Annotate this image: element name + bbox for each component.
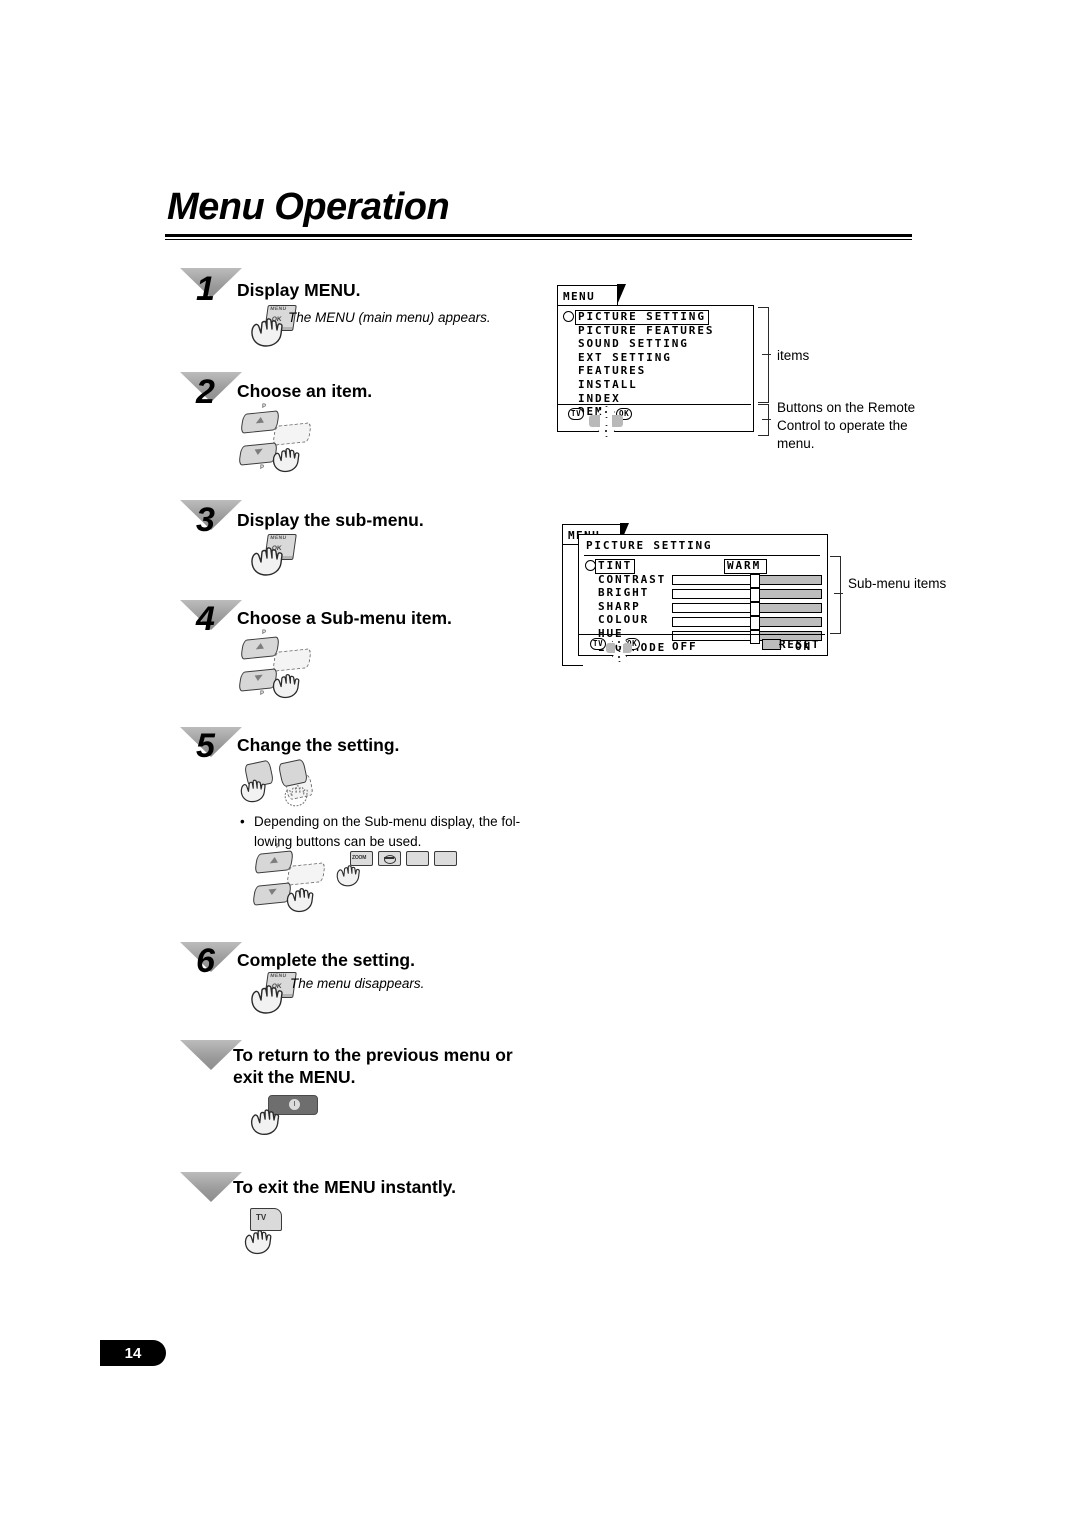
step-note: The MENU (main menu) appears. <box>288 310 491 325</box>
step-label: Choose a Sub-menu item. <box>237 608 452 628</box>
language-globe-key-icon <box>378 851 401 866</box>
step-label: Choose an item. <box>237 381 373 401</box>
tint-value[interactable]: WARM <box>727 559 761 573</box>
step-number: 2 <box>196 373 215 411</box>
row-label[interactable]: BRIGHT <box>598 586 666 600</box>
list-item[interactable]: PICTURE FEATURES <box>578 324 714 338</box>
list-item[interactable]: EXT SETTING <box>578 351 714 365</box>
callout-tick <box>762 419 771 420</box>
title-rule <box>165 234 912 237</box>
step-number: 3 <box>196 501 215 539</box>
bullet-marker: • <box>240 814 245 829</box>
list-item[interactable]: SOUND SETTING <box>578 337 714 351</box>
list-item[interactable]: INSTALL <box>578 378 714 392</box>
tv-key-label: TV <box>256 1213 267 1222</box>
blank-key-2-icon <box>434 851 457 866</box>
dpad-icon <box>589 406 623 437</box>
selection-indicator-icon <box>563 311 574 322</box>
pointing-hand-icon <box>248 311 288 349</box>
p-up-label: P <box>262 404 266 410</box>
callout-label-items: items <box>777 348 810 363</box>
pointing-hand-icon <box>242 1224 276 1256</box>
slider-bright[interactable] <box>672 587 822 602</box>
osd-divider-bottom <box>579 634 825 635</box>
main-menu-items: PICTURE SETTING PICTURE FEATURES SOUND S… <box>578 310 714 419</box>
pointing-hand-icon <box>248 978 288 1016</box>
callout-bracket-submenu <box>830 556 841 634</box>
step-note: The menu disappears. <box>290 976 425 991</box>
p-down-label: P <box>260 465 264 471</box>
page-number-badge: 14 <box>100 1340 166 1366</box>
step-label: Change the setting. <box>237 735 400 755</box>
blank-key-1-icon <box>406 851 429 866</box>
reset-dash <box>779 643 783 645</box>
step-number: 4 <box>196 600 215 638</box>
pointing-hand-icon <box>270 668 304 700</box>
step-number: 6 <box>196 942 215 980</box>
list-item[interactable]: PICTURE SETTING <box>578 310 714 324</box>
slider-colour[interactable] <box>672 615 822 630</box>
tv-badge: TV <box>590 638 607 650</box>
callout-label-submenu: Sub-menu items <box>848 576 947 591</box>
callout-bracket-buttons <box>758 404 769 436</box>
step-label: Complete the setting. <box>237 950 415 970</box>
extra-step-label: To exit the MENU instantly. <box>233 1177 456 1197</box>
pointing-hand-icon <box>270 442 304 474</box>
reset-label: RESET <box>779 638 821 651</box>
osd-tab-label: MENU <box>563 289 596 303</box>
p-up-label: P <box>262 630 266 636</box>
extra-step-label: To return to the previous menu or exit t… <box>233 1045 513 1087</box>
callout-tick <box>762 354 771 355</box>
callout-label-buttons: Buttons on the Remote Control to operate… <box>777 400 916 451</box>
callout-tick <box>834 593 843 594</box>
row-label[interactable]: COLOUR <box>598 613 666 627</box>
pointing-hand-icon <box>248 1103 284 1137</box>
pointing-hand-ghost-icon <box>282 780 312 808</box>
osd-divider <box>558 404 751 405</box>
sub-menu-header: PICTURE SETTING <box>586 539 713 552</box>
pointing-hand-icon <box>248 540 288 578</box>
pointing-hand-icon <box>284 882 318 914</box>
pointing-hand-icon <box>334 860 364 888</box>
step5-bullet: • Depending on the Sub-menu display, the… <box>240 812 540 851</box>
row-label[interactable]: SHARP <box>598 600 666 614</box>
p-down-label: P <box>260 691 264 697</box>
manual-page: Menu Operation 1 Display MENU. MENU OK T… <box>0 0 1080 1528</box>
step-label: Display the sub-menu. <box>237 510 424 530</box>
list-item[interactable]: FEATURES <box>578 364 714 378</box>
step-label: Display MENU. <box>237 280 361 300</box>
p-up-label: P <box>276 844 280 850</box>
tv-badge: TV <box>568 408 585 420</box>
step-number: 1 <box>196 270 215 308</box>
pointing-hand-icon <box>238 774 270 804</box>
title-rule-thin <box>165 239 912 240</box>
slider-sharp[interactable] <box>672 601 822 616</box>
dpad-icon <box>606 636 632 662</box>
row-label[interactable]: CONTRAST <box>598 573 666 587</box>
row-label[interactable]: TINT <box>598 559 666 573</box>
slider-contrast[interactable] <box>672 573 822 588</box>
bullet-text: Depending on the Sub-menu display, the f… <box>254 814 521 849</box>
osd-tab: MENU <box>557 284 626 306</box>
eco-mode-off-label[interactable]: OFF <box>672 640 698 654</box>
page-title: Menu Operation <box>167 186 450 228</box>
step-number: 5 <box>196 727 215 765</box>
osd-divider <box>584 555 820 556</box>
callout-bracket-items <box>758 307 769 403</box>
